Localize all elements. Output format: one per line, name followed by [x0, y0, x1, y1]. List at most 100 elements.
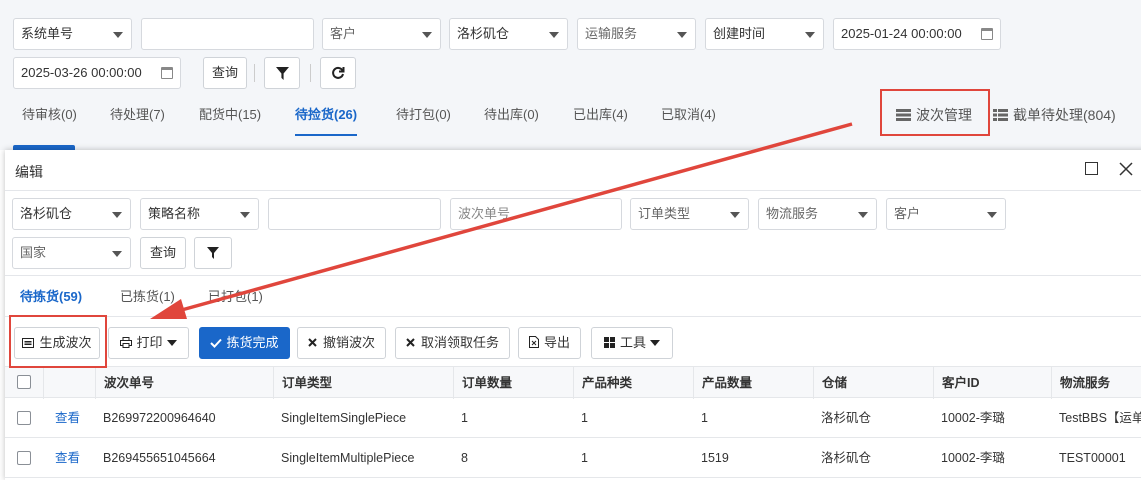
row-checkbox[interactable] [17, 451, 31, 465]
chevron-down-icon [422, 32, 432, 38]
cell-product-qty: 1519 [701, 451, 729, 465]
cell-product-qty: 1 [701, 411, 708, 425]
check-icon [210, 338, 223, 348]
column-logistics: 物流服务 [1051, 367, 1141, 399]
edit-dialog: 编辑 洛杉矶仓 策略名称 波次单号 订单类型 物流服务 客户 国家 查询 待拣货… [5, 150, 1141, 480]
grid-icon [603, 337, 615, 348]
view-link[interactable]: 查看 [47, 438, 95, 478]
x-icon [308, 338, 317, 347]
tab-shipped[interactable]: 已出库(4) [573, 96, 628, 136]
print-label: 打印 [136, 335, 163, 350]
tab-pending-pick[interactable]: 待捡货(26) [295, 96, 358, 136]
tab-packed[interactable]: 已打包(1) [208, 281, 263, 313]
tools-button[interactable]: 工具 [591, 327, 673, 359]
toolbar-divider [254, 64, 255, 82]
column-customer-id: 客户ID [933, 367, 1051, 399]
customer-select[interactable]: 客户 [322, 18, 441, 50]
dialog-title: 编辑 [15, 164, 43, 180]
filter-button[interactable] [264, 57, 300, 89]
warehouse-select[interactable]: 洛杉矶仓 [449, 18, 568, 50]
row-checkbox[interactable] [17, 411, 31, 425]
column-product-qty: 产品数量 [693, 367, 813, 399]
print-button[interactable]: 打印 [108, 327, 189, 359]
end-date-input[interactable]: 2025-03-26 00:00:00 [13, 57, 181, 89]
view-link[interactable]: 查看 [47, 398, 95, 438]
tab-pending-pack[interactable]: 待打包(0) [396, 96, 451, 136]
tab-to-pick[interactable]: 待拣货(59) [20, 281, 82, 313]
cell-product-kinds: 1 [581, 451, 588, 465]
start-date-input[interactable]: 2025-01-24 00:00:00 [833, 18, 1001, 50]
modal-warehouse-select[interactable]: 洛杉矶仓 [12, 198, 131, 230]
cell-product-kinds: 1 [581, 411, 588, 425]
cancel-wave-label: 撤销波次 [322, 335, 375, 350]
column-order-type: 订单类型 [273, 367, 453, 399]
order-number-input[interactable] [141, 18, 314, 50]
select-all-checkbox[interactable] [17, 375, 31, 389]
strategy-select[interactable]: 策略名称 [140, 198, 259, 230]
table-header: 波次单号 订单类型 订单数量 产品种类 产品数量 仓储 客户ID 物流服务 [5, 366, 1141, 399]
cell-logistics: TEST00001 [1059, 451, 1126, 465]
caret-down-icon [166, 340, 177, 346]
column-order-count: 订单数量 [453, 367, 573, 399]
close-icon[interactable] [1119, 162, 1133, 176]
export-button[interactable]: 导出 [518, 327, 581, 359]
chevron-down-icon [677, 32, 687, 38]
caret-down-icon [650, 340, 660, 346]
pick-complete-button[interactable]: 拣货完成 [199, 327, 290, 359]
export-label: 导出 [543, 335, 570, 350]
chevron-down-icon [113, 32, 123, 38]
chevron-down-icon [240, 212, 250, 218]
chevron-down-icon [805, 32, 815, 38]
cell-order-type: SingleItemSinglePiece [281, 411, 407, 425]
cancel-task-button[interactable]: 取消领取任务 [395, 327, 510, 359]
column-action [43, 367, 95, 399]
order-type-select[interactable]: 订单类型 [630, 198, 749, 230]
country-select[interactable]: 国家 [12, 237, 131, 269]
table-row: 查看 B269972200964640 SingleItemSinglePiec… [5, 398, 1141, 438]
cancel-wave-button[interactable]: 撤销波次 [297, 327, 386, 359]
printer-icon [120, 337, 133, 348]
toolbar-divider [310, 64, 311, 82]
tab-pending[interactable]: 待处理(7) [110, 96, 165, 136]
tab-allocating[interactable]: 配货中(15) [199, 96, 261, 136]
filter-divider [5, 275, 1141, 276]
refresh-button[interactable] [320, 57, 356, 89]
column-warehouse: 仓储 [813, 367, 933, 399]
modal-query-button[interactable]: 查询 [140, 237, 186, 269]
shipping-service-select[interactable]: 运输服务 [577, 18, 696, 50]
cell-order-count: 8 [461, 451, 468, 465]
wave-number-input[interactable]: 波次单号 [450, 198, 622, 230]
logistics-select[interactable]: 物流服务 [758, 198, 877, 230]
cell-customer-id: 10002-李璐 [941, 451, 1005, 465]
annotation-box-wave-management [880, 89, 990, 136]
tabs-divider [5, 316, 1141, 317]
modal-filter-button[interactable] [194, 237, 232, 269]
filter-icon [207, 247, 219, 259]
annotation-box-generate-wave [9, 315, 107, 368]
tab-pending-review[interactable]: 待审核(0) [22, 96, 77, 136]
export-icon [528, 336, 539, 348]
modal-customer-select[interactable]: 客户 [886, 198, 1006, 230]
maximize-icon[interactable] [1085, 162, 1098, 175]
chevron-down-icon [730, 212, 740, 218]
cell-order-type: SingleItemMultiplePiece [281, 451, 415, 465]
intercept-pending-label: 截单待处理(804) [1013, 107, 1116, 123]
chevron-down-icon [549, 32, 559, 38]
cell-logistics: TestBBS【运单 [1059, 411, 1141, 425]
tab-cancelled[interactable]: 已取消(4) [661, 96, 716, 136]
time-type-select[interactable]: 创建时间 [705, 18, 824, 50]
wave-tabs: 待拣货(59) 已拣货(1) 已打包(1) [5, 281, 1141, 313]
filter-icon [275, 67, 289, 80]
query-button[interactable]: 查询 [203, 57, 247, 89]
cell-warehouse: 洛杉矶仓 [821, 451, 872, 465]
table-row: 查看 B269455651045664 SingleItemMultiplePi… [5, 438, 1141, 478]
tab-picked[interactable]: 已拣货(1) [120, 281, 175, 313]
calendar-icon [161, 67, 173, 79]
order-field-select[interactable]: 系统单号 [13, 18, 132, 50]
modal-free-input[interactable] [268, 198, 441, 230]
tab-pending-ship[interactable]: 待出库(0) [484, 96, 539, 136]
cell-wave-no: B269972200964640 [103, 411, 216, 425]
intercept-pending-button[interactable]: 截单待处理(804) [993, 96, 1116, 136]
column-wave-no: 波次单号 [95, 367, 273, 399]
chevron-down-icon [858, 212, 868, 218]
